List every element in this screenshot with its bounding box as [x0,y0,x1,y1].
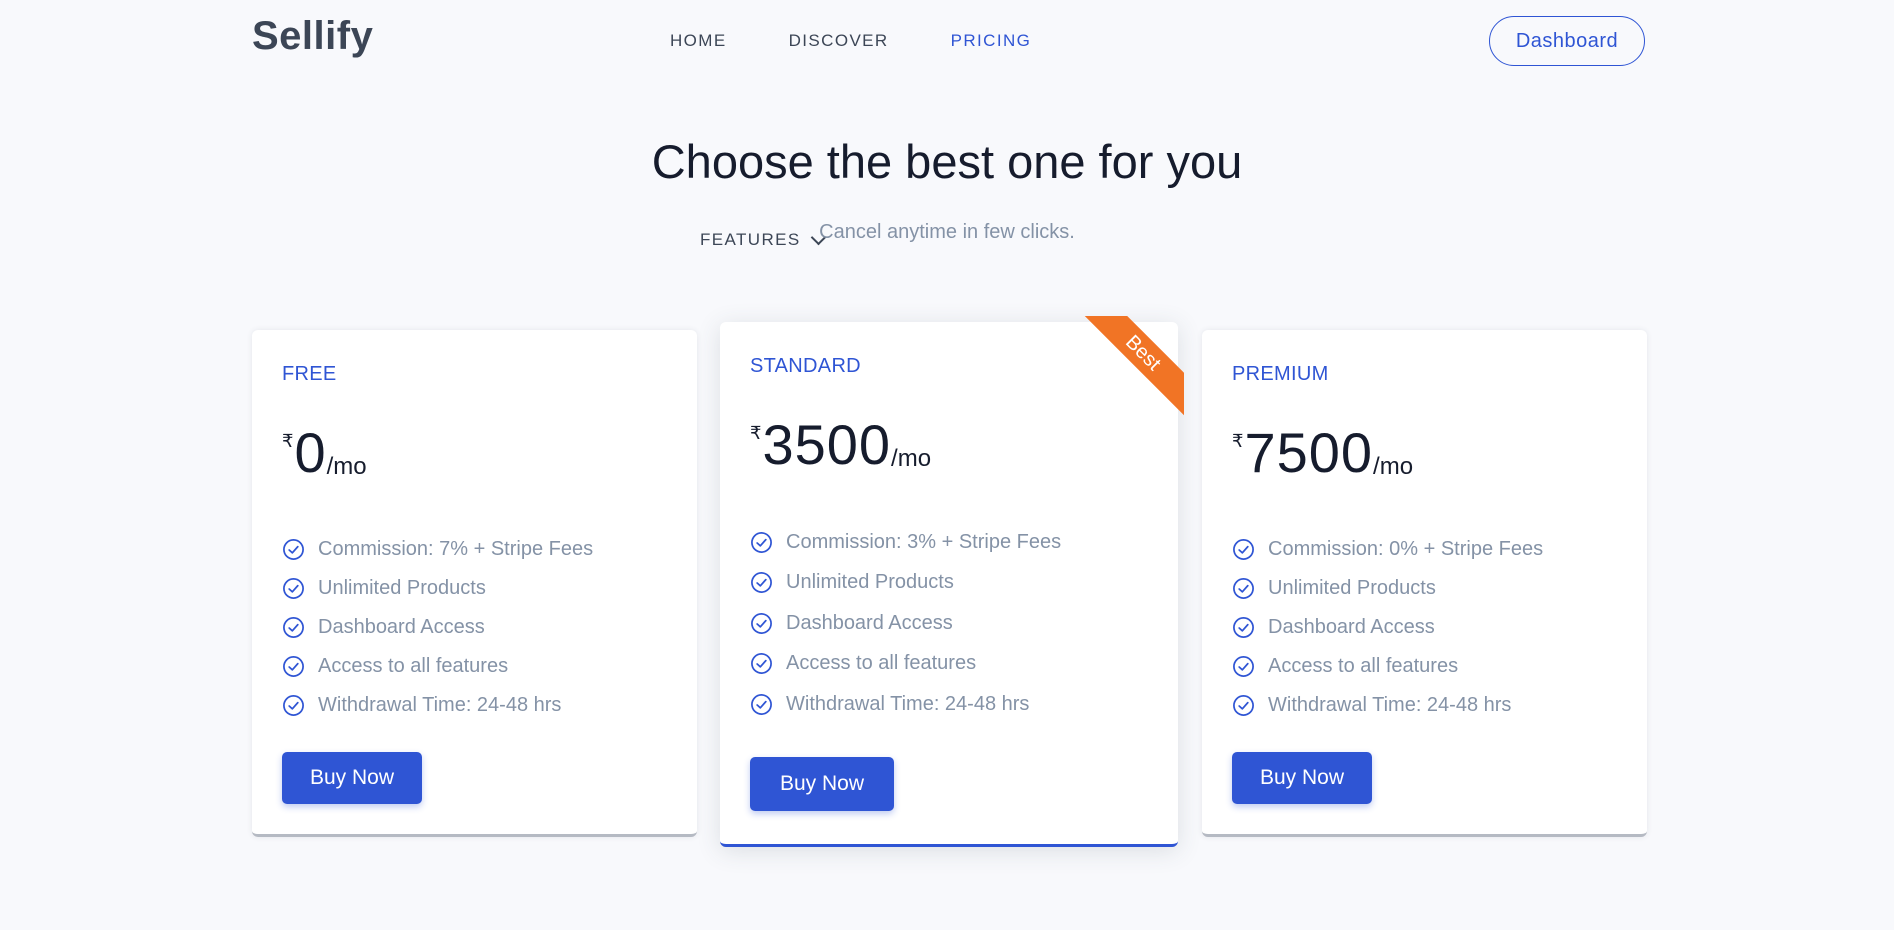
logo[interactable]: Sellify [252,14,373,59]
check-circle-icon [751,572,772,594]
feature-item: Withdrawal Time: 24-48 hrs [750,684,1061,725]
pricing-card-premium: PREMIUM ₹ 7500 /mo Commission: 0% + Stri… [1202,330,1647,837]
feature-list: Commission: 3% + Stripe Fees Unlimited P… [750,522,1061,725]
feature-text: Unlimited Products [786,571,954,594]
page-title: Choose the best one for you [651,135,1243,188]
check-circle-icon [1233,539,1254,560]
feature-item: Commission: 3% + Stripe Fees [750,522,1061,563]
check-circle-icon [283,695,304,716]
feature-text: Commission: 0% + Stripe Fees [1268,538,1544,560]
check-circle-icon [1233,617,1254,638]
price-period: /mo [891,445,932,472]
feature-list: Commission: 7% + Stripe Fees Unlimited P… [282,530,593,725]
feature-text: Unlimited Products [1268,577,1436,599]
feature-item: Access to all features [1232,647,1543,686]
nav-pricing-link[interactable]: PRICING [951,31,1032,51]
feature-item: Unlimited Products [1232,569,1543,608]
feature-list: Commission: 0% + Stripe Fees Unlimited P… [1232,530,1543,725]
currency-symbol: ₹ [282,431,294,451]
plan-price: ₹ 7500 /mo [1232,425,1413,481]
feature-text: Withdrawal Time: 24-48 hrs [1268,694,1512,716]
plan-name: STANDARD [750,355,861,377]
check-circle-icon [1233,656,1254,677]
nav-discover-link[interactable]: DISCOVER [789,31,889,51]
check-circle-icon [283,617,304,638]
dashboard-button[interactable]: Dashboard [1489,16,1645,66]
check-circle-icon [1233,695,1254,716]
check-circle-icon [751,693,772,715]
check-circle-icon [1233,578,1254,599]
feature-item: Access to all features [750,644,1061,685]
check-circle-icon [283,578,304,599]
check-circle-icon [751,653,772,675]
pricing-card-standard: Best STANDARD ₹ 3500 /mo Commission: 3% … [720,316,1184,847]
check-circle-icon [751,531,772,553]
best-ribbon-label: Best [1084,316,1184,416]
feature-item: Access to all features [282,647,593,686]
price-amount: 3500 [762,413,892,476]
feature-text: Dashboard Access [1268,616,1435,638]
page-subtitle: Cancel anytime in few clicks. [819,221,1075,243]
price-amount: 7500 [1244,421,1374,484]
feature-text: Commission: 3% + Stripe Fees [786,530,1062,553]
price-amount: 0 [294,421,327,484]
buy-now-button-premium[interactable]: Buy Now [1232,752,1372,804]
feature-text: Dashboard Access [318,616,485,638]
feature-item: Withdrawal Time: 24-48 hrs [282,686,593,725]
plan-name: FREE [282,363,337,385]
buy-now-button-free[interactable]: Buy Now [282,752,422,804]
feature-text: Withdrawal Time: 24-48 hrs [786,692,1030,715]
feature-item: Dashboard Access [282,608,593,647]
buy-now-button-standard[interactable]: Buy Now [750,757,894,811]
feature-item: Unlimited Products [750,563,1061,604]
feature-text: Dashboard Access [786,611,953,634]
best-ribbon: Best [1084,316,1184,416]
plan-price: ₹ 3500 /mo [750,417,931,473]
feature-text: Withdrawal Time: 24-48 hrs [318,694,562,716]
price-period: /mo [326,453,367,480]
nav-home-link[interactable]: HOME [670,31,727,51]
feature-item: Withdrawal Time: 24-48 hrs [1232,686,1543,725]
price-period: /mo [1373,453,1414,480]
pricing-card-free: FREE ₹ 0 /mo Commission: 7% + Stripe Fee… [252,330,697,837]
feature-item: Commission: 0% + Stripe Fees [1232,530,1543,569]
feature-text: Access to all features [1268,655,1459,677]
check-circle-icon [283,656,304,677]
plan-price: ₹ 0 /mo [282,425,367,481]
feature-item: Dashboard Access [750,603,1061,644]
feature-item: Unlimited Products [282,569,593,608]
feature-text: Access to all features [786,652,977,675]
currency-symbol: ₹ [750,423,762,443]
top-navbar: Sellify HOME DISCOVER FEATURES PRICING D… [0,0,1894,249]
feature-item: Commission: 7% + Stripe Fees [282,530,593,569]
feature-text: Unlimited Products [318,577,486,599]
check-circle-icon [751,612,772,634]
feature-text: Access to all features [318,655,509,677]
feature-text: Commission: 7% + Stripe Fees [318,538,594,560]
nav-links: HOME DISCOVER FEATURES PRICING [670,30,1032,249]
plan-name: PREMIUM [1232,363,1329,385]
check-circle-icon [283,539,304,560]
feature-item: Dashboard Access [1232,608,1543,647]
currency-symbol: ₹ [1232,431,1244,451]
